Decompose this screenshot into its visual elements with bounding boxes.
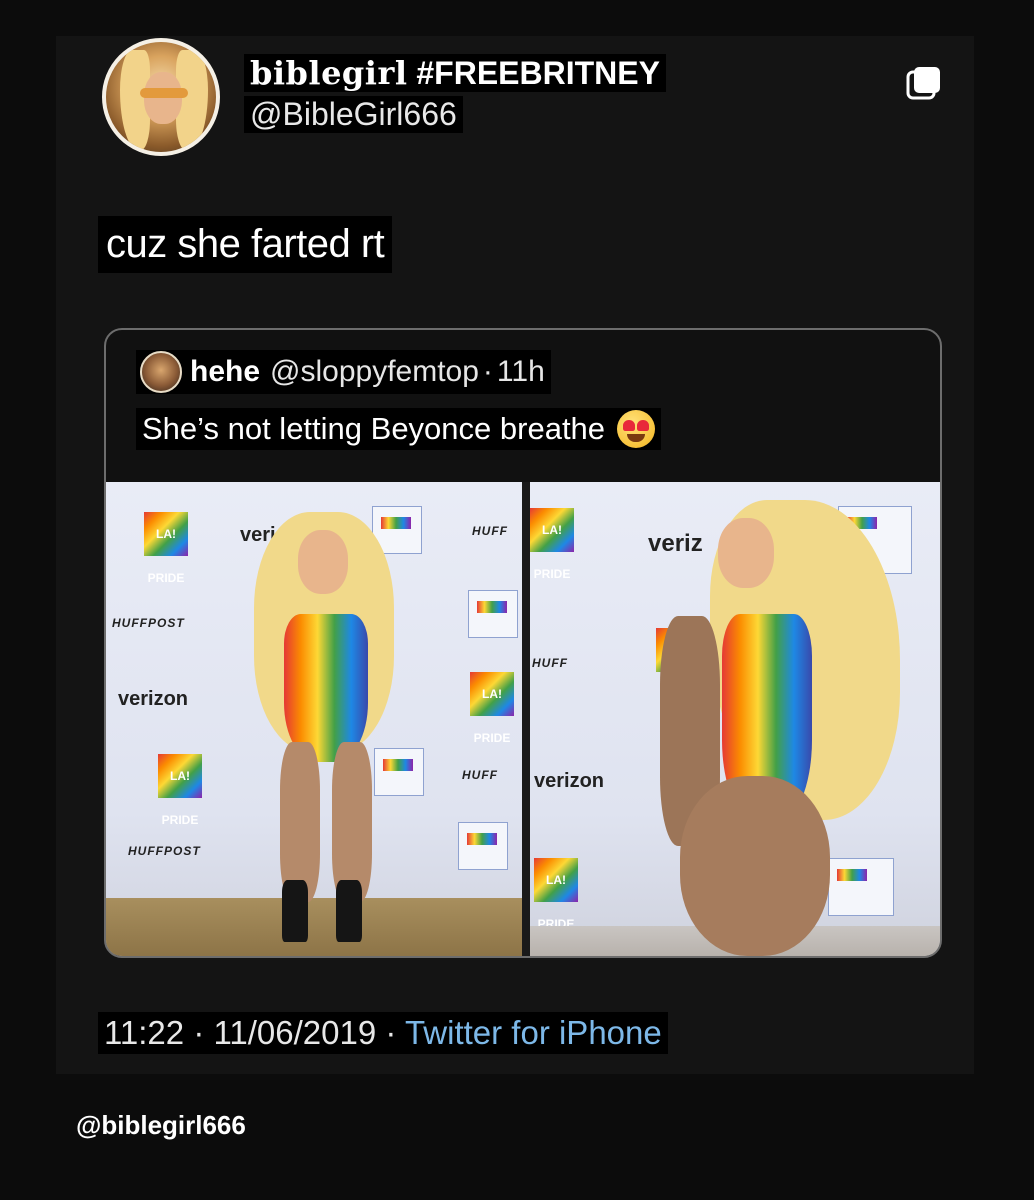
quoted-tweet-header: hehe @sloppyfemtop · 11h bbox=[136, 350, 551, 394]
huffpost-logo: HUFF bbox=[462, 768, 498, 782]
person-figure bbox=[236, 502, 416, 956]
quoted-photo-right[interactable]: LA! PRIDE veriz HUFF LA! PRIDE verizon L… bbox=[530, 482, 940, 956]
huffpost-logo: HUFF bbox=[472, 524, 508, 538]
avatar-glasses bbox=[140, 88, 188, 98]
huffpost-logo: HUFFPOST bbox=[112, 616, 185, 630]
la-pride-logo: LA! PRIDE bbox=[470, 672, 514, 745]
pride-sponsor-logo bbox=[458, 822, 508, 870]
huffpost-logo: HUFF bbox=[532, 656, 568, 670]
la-pride-logo: LA! PRIDE bbox=[144, 512, 188, 585]
tweet-card[interactable]: biblegirl #FREEBRITNEY @BibleGirl666 cuz… bbox=[56, 36, 974, 1074]
author-avatar[interactable] bbox=[102, 38, 220, 156]
verizon-logo: verizon bbox=[118, 688, 189, 710]
avatar-face bbox=[144, 72, 182, 124]
la-pride-logo: LA! PRIDE bbox=[530, 508, 574, 581]
author-display-name[interactable]: biblegirl #FREEBRITNEY bbox=[244, 54, 666, 92]
photo-divider bbox=[522, 482, 530, 956]
author-name-text: biblegirl bbox=[250, 54, 408, 92]
pride-sponsor-logo bbox=[468, 590, 518, 638]
meta-separator: · bbox=[193, 1014, 205, 1051]
tweet-time: 11:22 bbox=[104, 1014, 185, 1051]
watermark: @biblegirl666 bbox=[76, 1110, 246, 1140]
quoted-time[interactable]: 11h bbox=[497, 355, 545, 389]
quoted-separator: · bbox=[482, 355, 493, 388]
huffpost-logo: HUFFPOST bbox=[128, 844, 201, 858]
person-figure bbox=[640, 496, 900, 956]
copy-icon[interactable] bbox=[904, 64, 944, 104]
quoted-author-avatar[interactable] bbox=[140, 351, 182, 393]
author-handle[interactable]: @BibleGirl666 bbox=[244, 96, 463, 133]
author-name-hashtag: #FREEBRITNEY bbox=[416, 55, 660, 91]
heart-eyes-emoji bbox=[617, 410, 656, 448]
quoted-photo-left[interactable]: LA! PRIDE veri HUFF HUFFPOST verizon LA!… bbox=[106, 482, 522, 956]
quoted-tweet[interactable]: hehe @sloppyfemtop · 11h She’s not letti… bbox=[104, 328, 942, 958]
page: biblegirl #FREEBRITNEY @BibleGirl666 cuz… bbox=[0, 0, 1034, 1200]
tweet-source-link[interactable]: Twitter for iPhone bbox=[405, 1014, 662, 1051]
meta-separator: · bbox=[385, 1014, 397, 1051]
tweet-text: cuz she farted rt bbox=[98, 216, 393, 273]
la-pride-logo: LA! PRIDE bbox=[158, 754, 202, 827]
verizon-logo: verizon bbox=[534, 770, 605, 792]
tweet-meta: 11:22 · 11/06/2019 · Twitter for iPhone bbox=[98, 1012, 668, 1054]
quoted-author-name[interactable]: hehe bbox=[190, 355, 260, 389]
quoted-author-handle[interactable]: @sloppyfemtop bbox=[270, 355, 479, 389]
quoted-tweet-text: She’s not letting Beyonce breathe bbox=[136, 408, 662, 450]
quoted-text-body: She’s not letting Beyonce breathe bbox=[142, 411, 606, 446]
la-pride-logo: LA! PRIDE bbox=[534, 858, 578, 931]
tweet-date: 11/06/2019 bbox=[213, 1014, 377, 1051]
